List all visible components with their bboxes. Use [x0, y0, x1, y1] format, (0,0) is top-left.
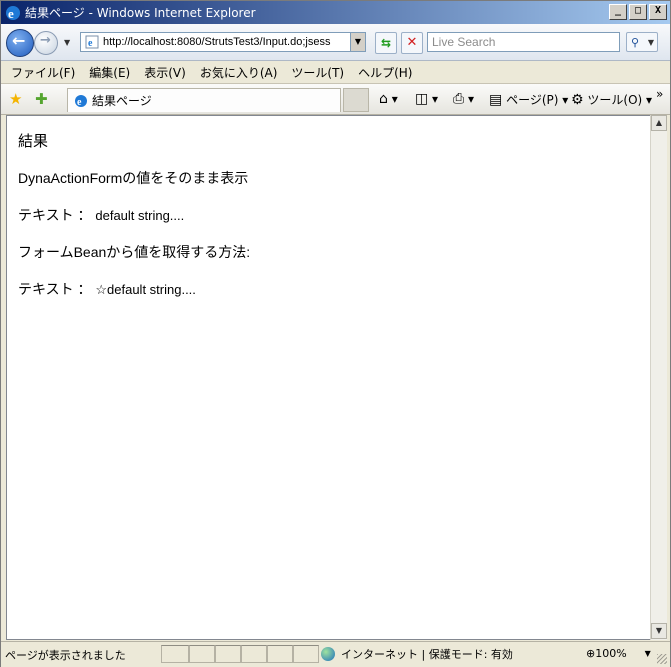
vertical-scrollbar[interactable]: ▲ ▼	[650, 115, 667, 640]
menu-edit[interactable]: 編集(E)	[89, 64, 130, 81]
recent-pages-dropdown-icon[interactable]: ▼	[64, 38, 70, 47]
search-icon: ⚲	[631, 36, 640, 49]
zoom-dropdown-icon[interactable]: ▼	[645, 649, 651, 658]
svg-text:e: e	[88, 38, 93, 49]
status-cell	[293, 645, 319, 663]
address-bar[interactable]: e http://localhost:8080/StrutsTest3/Inpu…	[80, 32, 366, 52]
address-input[interactable]: http://localhost:8080/StrutsTest3/Input.…	[103, 36, 350, 48]
ie-window: e 結果ページ - Windows Internet Explorer _ □ …	[0, 0, 671, 667]
zoom-control[interactable]: ⊕ 100% ▼	[586, 647, 651, 660]
status-cell	[189, 645, 215, 663]
text-label-1: テキスト ： default string....	[18, 205, 184, 225]
menu-tools[interactable]: ツール(T)	[291, 64, 344, 81]
scroll-down-button[interactable]: ▼	[651, 623, 667, 639]
zoom-level: 100%	[595, 647, 627, 660]
favorites-star-icon[interactable]: ★	[9, 90, 22, 108]
feeds-button[interactable]: ◫ ▾	[415, 91, 438, 107]
feed-icon: ◫	[415, 91, 429, 107]
line-dynaactionform: DynaActionFormの値をそのまま表示	[18, 170, 249, 186]
tab-page-icon: e	[75, 94, 87, 108]
status-cell	[241, 645, 267, 663]
page-menu-icon: ▤	[489, 92, 503, 108]
tools-menu-label: ツール(O)	[587, 93, 643, 107]
menu-bar: ファイル(F) 編集(E) 表示(V) お気に入り(A) ツール(T) ヘルプ(…	[1, 61, 670, 84]
more-commands-button[interactable]: »	[656, 87, 663, 101]
forward-arrow-icon: →	[40, 33, 51, 48]
add-favorites-icon[interactable]: ✚	[35, 90, 48, 108]
text-label-1-caption: テキスト ：	[18, 207, 92, 223]
refresh-button[interactable]: ⇆	[375, 32, 397, 54]
search-button[interactable]: ⚲ ▼	[626, 32, 658, 52]
search-input[interactable]: Live Search	[427, 32, 620, 52]
text-label-2-caption: テキスト ：	[18, 281, 92, 297]
tools-menu-button[interactable]: ⚙ ツール(O) ▾	[571, 91, 652, 108]
page-heading: 結果	[18, 133, 49, 150]
back-arrow-icon: ←	[12, 31, 26, 50]
line-formbean: フォームBeanから値を取得する方法:	[18, 244, 251, 260]
navigation-bar: ← → ▼ e http://localhost:8080/StrutsTest…	[1, 24, 670, 61]
text-value-2: ☆default string....	[95, 282, 196, 297]
printer-icon: ⎙	[453, 91, 465, 107]
status-text: ページが表示されました	[5, 649, 126, 662]
address-dropdown-icon[interactable]: ▼	[350, 33, 365, 51]
page-content: 結果 DynaActionFormの値をそのまま表示 テキスト ： defaul…	[6, 115, 650, 640]
text-label-2: テキスト ： ☆default string....	[18, 279, 196, 299]
globe-icon	[321, 647, 335, 661]
print-button[interactable]: ⎙ ▾	[453, 91, 474, 107]
tab-result-page[interactable]: e 結果ページ	[67, 88, 341, 112]
gear-icon: ⚙	[571, 92, 584, 108]
forward-button[interactable]: →	[34, 31, 58, 55]
title-bar: e 結果ページ - Windows Internet Explorer _ □ …	[1, 1, 670, 24]
resize-grip-icon[interactable]	[657, 654, 667, 664]
text-value-1: default string....	[95, 208, 185, 223]
menu-file[interactable]: ファイル(F)	[11, 64, 75, 81]
home-icon: ⌂	[379, 91, 388, 107]
window-title: 結果ページ - Windows Internet Explorer	[25, 6, 256, 20]
status-bar: ページが表示されました インターネット | 保護モード: 有効 ⊕ 100% ▼	[1, 641, 670, 667]
status-cell	[267, 645, 293, 663]
scroll-up-button[interactable]: ▲	[651, 115, 667, 131]
ie-logo-icon: e	[6, 5, 20, 21]
back-button[interactable]: ←	[6, 29, 34, 57]
menu-help[interactable]: ヘルプ(H)	[358, 64, 412, 81]
zoom-icon: ⊕	[586, 647, 596, 660]
stop-button[interactable]: ✕	[401, 32, 423, 54]
tab-label: 結果ページ	[92, 94, 152, 108]
close-button[interactable]: X	[649, 4, 667, 20]
security-zone[interactable]: インターネット | 保護モード: 有効	[321, 646, 513, 662]
status-cell	[161, 645, 189, 663]
favorites-bar: ★ ✚ e 結果ページ ⌂ ▾ ◫ ▾ ⎙ ▾ ▤ ページ(P) ▾ ⚙ ツール…	[1, 84, 670, 115]
page-icon: e	[85, 35, 99, 49]
minimize-button[interactable]: _	[609, 4, 627, 20]
svg-text:e: e	[8, 6, 14, 21]
svg-text:e: e	[77, 97, 82, 108]
page-menu-label: ページ(P)	[506, 93, 559, 107]
new-tab-button[interactable]	[343, 88, 369, 112]
menu-view[interactable]: 表示(V)	[144, 64, 186, 81]
maximize-button[interactable]: □	[629, 4, 647, 20]
status-cell	[215, 645, 241, 663]
window-controls: _ □ X	[609, 4, 667, 20]
home-button[interactable]: ⌂ ▾	[379, 91, 398, 107]
page-menu-button[interactable]: ▤ ページ(P) ▾	[489, 91, 568, 108]
menu-favorites[interactable]: お気に入り(A)	[200, 64, 278, 81]
search-options-dropdown-icon[interactable]: ▼	[648, 33, 654, 53]
zone-text: インターネット | 保護モード: 有効	[341, 648, 513, 661]
